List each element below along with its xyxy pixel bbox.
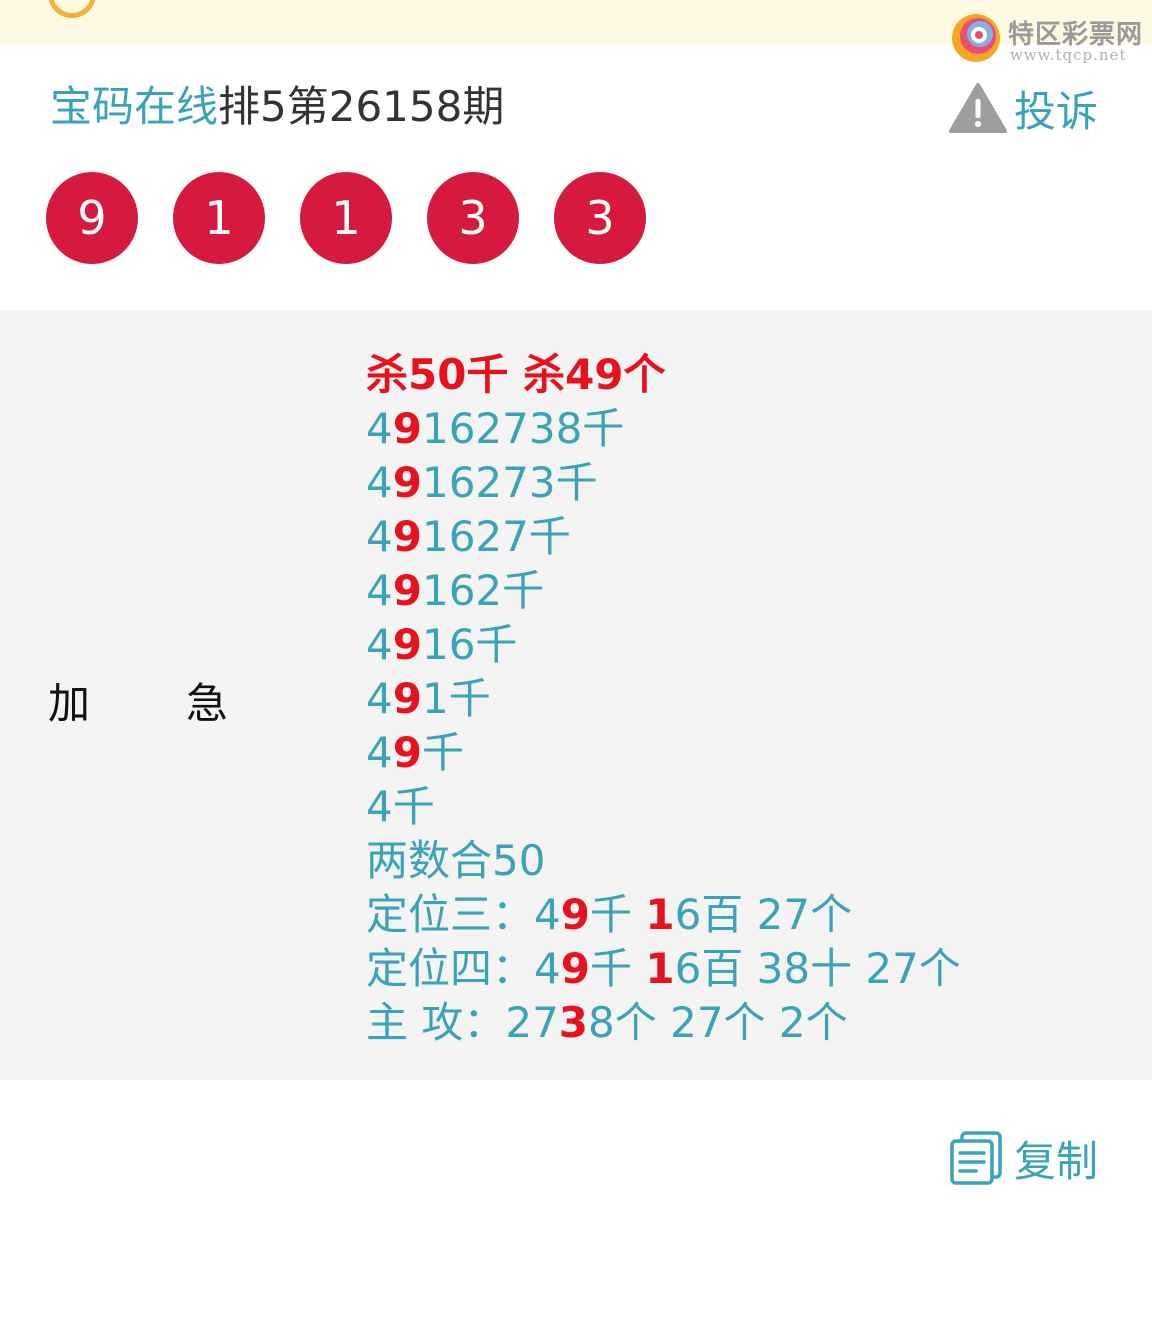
copy-button[interactable]: 复制 bbox=[948, 1128, 1098, 1188]
label-ji: 急 bbox=[186, 679, 229, 728]
prediction-panel: 加 急 杀50千 杀49个 49162738千 4916273千 491627千… bbox=[0, 310, 1152, 1080]
lottery-ball: 1 bbox=[300, 172, 392, 264]
list-item: 491627千 bbox=[366, 512, 571, 561]
lottery-ball: 9 bbox=[46, 172, 138, 264]
list-item: 两数合50 bbox=[366, 836, 546, 885]
list-item: 4千 bbox=[366, 782, 435, 831]
lottery-ball: 1 bbox=[173, 172, 265, 264]
list-item: 4916千 bbox=[366, 620, 518, 669]
position-four-line: 定位四：49千 16百 38十 27个 bbox=[366, 944, 961, 993]
main-attack-line: 主 攻：2738个 27个 2个 bbox=[366, 998, 848, 1047]
list-item: 49千 bbox=[366, 728, 464, 777]
lottery-ball: 3 bbox=[427, 172, 519, 264]
complaint-label: 投诉 bbox=[1014, 86, 1099, 136]
label-jia: 加 bbox=[48, 679, 91, 728]
list-item: 491千 bbox=[366, 674, 491, 723]
banner-clock-icon bbox=[48, 0, 96, 18]
position-three-line: 定位三：49千 16百 27个 bbox=[366, 890, 853, 939]
prediction-lines: 杀50千 杀49个 49162738千 4916273千 491627千 491… bbox=[366, 348, 961, 1050]
brand-name: 宝码在线 bbox=[50, 82, 219, 131]
copy-label: 复制 bbox=[1014, 1136, 1099, 1186]
warning-icon bbox=[949, 83, 1007, 133]
list-item: 49162738千 bbox=[366, 404, 625, 453]
kill-headline: 杀50千 杀49个 bbox=[366, 350, 666, 399]
issue-label: 排5第26158期 bbox=[218, 82, 505, 131]
lottery-balls: 9 1 1 3 3 bbox=[46, 172, 681, 264]
list-item: 49162千 bbox=[366, 566, 545, 615]
watermark-logo-icon bbox=[952, 14, 1000, 62]
list-item: 4916273千 bbox=[366, 458, 598, 507]
page-title: 宝码在线排5第26158期 bbox=[50, 80, 504, 134]
watermark-url: www.tqcp.net bbox=[1010, 46, 1127, 64]
complaint-button[interactable]: 投诉 bbox=[948, 80, 1098, 136]
watermark: 特区彩票网 www.tqcp.net bbox=[948, 10, 1148, 68]
lottery-ball: 3 bbox=[554, 172, 646, 264]
copy-icon bbox=[950, 1131, 1002, 1185]
